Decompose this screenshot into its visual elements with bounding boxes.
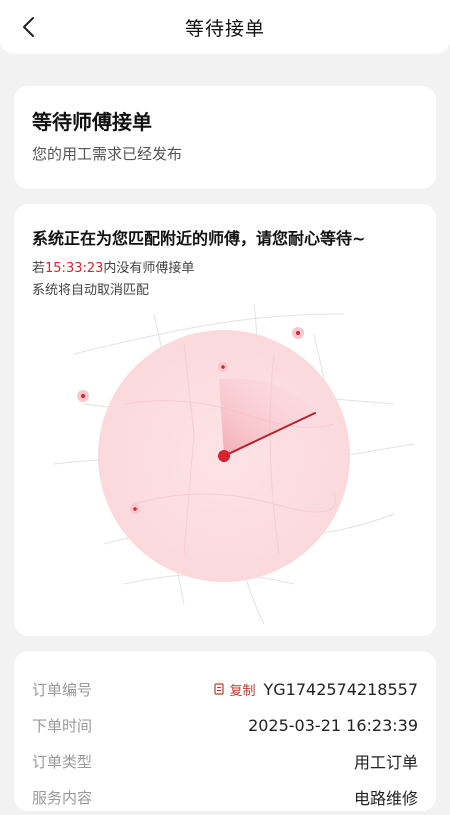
chevron-left-icon (23, 17, 34, 37)
timer-suffix: 内没有师傅接单 (103, 261, 195, 276)
copy-button[interactable]: 复制 (214, 680, 255, 699)
status-title: 等待师傅接单 (32, 110, 152, 134)
order-number-value: YG1742574218557 (263, 679, 418, 699)
status-subtitle: 您的用工需求已经发布 (32, 145, 183, 163)
top-bar: 等待接单 (0, 0, 450, 54)
center-location-dot (218, 450, 230, 462)
order-time-row: 下单时间 2025-03-21 16:23:39 (32, 707, 418, 743)
countdown-timer: 15:33:23 (45, 261, 104, 276)
back-button[interactable] (14, 12, 44, 42)
copy-label: 复制 (229, 683, 256, 699)
matching-card: 系统正在为您匹配附近的师傅，请您耐心等待~ 若15:33:23内没有师傅接单 系… (14, 204, 436, 636)
service-content-value: 电路维修 (353, 789, 418, 808)
service-content-label: 服务内容 (32, 788, 93, 807)
order-time-value: 2025-03-21 16:23:39 (248, 715, 418, 735)
timer-line: 若15:33:23内没有师傅接单 (32, 260, 418, 278)
status-card: 等待师傅接单 您的用工需求已经发布 (14, 86, 436, 189)
order-number-row: 订单编号 复制 YG1742574218557 (32, 671, 418, 707)
order-type-value: 用工订单 (353, 753, 418, 772)
auto-cancel-note: 系统将自动取消匹配 (32, 283, 150, 298)
page-title: 等待接单 (184, 17, 265, 40)
order-number-label: 订单编号 (32, 680, 93, 699)
timer-prefix: 若 (32, 261, 46, 276)
order-info-card: 订单编号 复制 YG1742574218557 下单时间 2025-03-21 … (14, 651, 436, 811)
matching-headline: 系统正在为您匹配附近的师傅，请您耐心等待~ (32, 229, 366, 248)
copy-icon (214, 682, 225, 695)
order-time-label: 下单时间 (32, 716, 93, 735)
order-type-row: 订单类型 用工订单 (32, 743, 418, 779)
order-type-label: 订单类型 (32, 752, 93, 771)
service-content-row: 服务内容 电路维修 (32, 779, 418, 815)
